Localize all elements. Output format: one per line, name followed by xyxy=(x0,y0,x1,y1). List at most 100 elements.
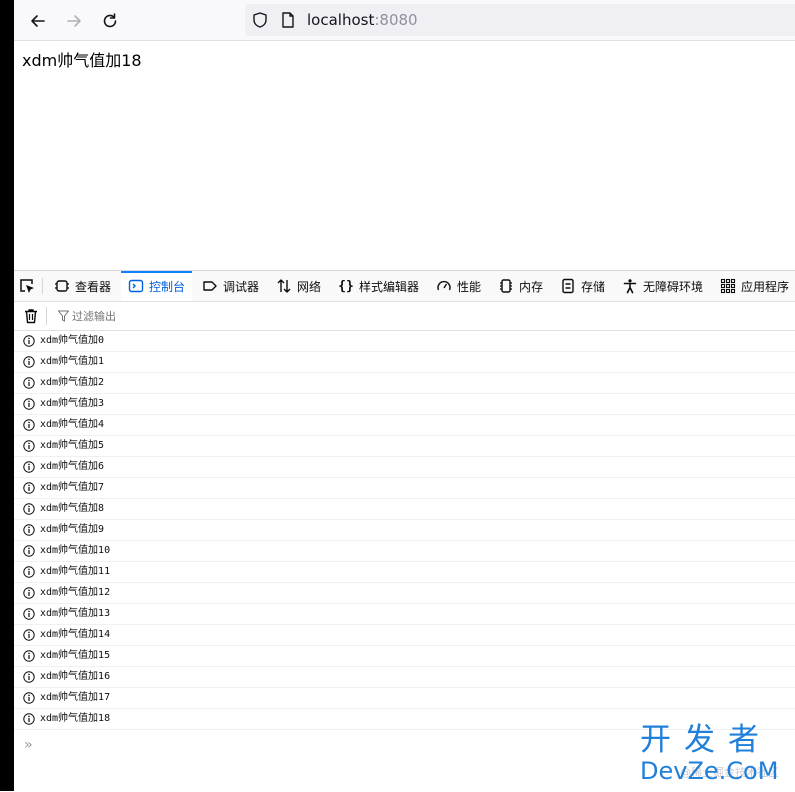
application-icon xyxy=(720,278,736,294)
info-icon xyxy=(23,398,35,410)
console-log-list: xdm帅气值加0 xdm帅气值加1 xdm帅气值加2 xdm帅气值加3 xdm帅气值加4… xyxy=(14,331,795,730)
console-log-row: xdm帅气值加4 xyxy=(14,415,795,436)
console-icon xyxy=(128,278,144,294)
console-log-row: xdm帅气值加0 xyxy=(14,331,795,352)
tab-accessibility[interactable]: 无障碍环境 xyxy=(622,271,703,301)
info-icon xyxy=(23,356,35,368)
back-button[interactable] xyxy=(25,8,51,34)
tab-label: 内存 xyxy=(519,279,544,294)
reload-button[interactable] xyxy=(97,8,123,34)
memory-icon xyxy=(498,278,514,294)
info-icon xyxy=(23,461,35,473)
tab-network[interactable]: 网络 xyxy=(276,271,321,301)
tab-label: 网络 xyxy=(297,279,322,294)
tab-label: 应用程序 xyxy=(741,279,790,294)
browser-toolbar: localhost:8080 xyxy=(14,0,795,41)
console-log-row: xdm帅气值加1 xyxy=(14,352,795,373)
page-icon[interactable] xyxy=(279,11,297,29)
trash-icon[interactable] xyxy=(22,307,40,325)
console-log-row: xdm帅气值加9 xyxy=(14,520,795,541)
tab-debugger[interactable]: 调试器 xyxy=(202,271,259,301)
console-log-message: xdm帅气值加4 xyxy=(40,419,105,430)
info-icon xyxy=(23,650,35,662)
tab-label: 存储 xyxy=(581,279,606,294)
tab-storage[interactable]: 存储 xyxy=(560,271,605,301)
console-log-message: xdm帅气值加11 xyxy=(40,566,111,577)
performance-icon xyxy=(436,278,452,294)
forward-button[interactable] xyxy=(61,8,87,34)
tab-inspector[interactable]: 查看器 xyxy=(54,271,111,301)
console-log-row: xdm帅气值加5 xyxy=(14,436,795,457)
devtools-tabbar: 查看器 控制台 调试器 网络 {} 样式编辑器 性能 内存 存储 无障碍环境 应… xyxy=(14,271,795,302)
console-filterbar xyxy=(14,302,795,331)
element-picker-icon[interactable] xyxy=(18,277,36,295)
console-log-message: xdm帅气值加5 xyxy=(40,440,105,451)
storage-icon xyxy=(560,278,576,294)
console-prompt[interactable]: » xyxy=(24,737,32,753)
watermark-top-text: 开发者 xyxy=(640,722,772,758)
info-icon xyxy=(23,335,35,347)
console-log-row: xdm帅气值加17 xyxy=(14,688,795,709)
info-icon xyxy=(23,629,35,641)
console-log-row: xdm帅气值加12 xyxy=(14,583,795,604)
tab-application[interactable]: 应用程序 xyxy=(720,271,789,301)
inspector-icon xyxy=(54,278,70,294)
info-icon xyxy=(23,482,35,494)
tab-label: 样式编辑器 xyxy=(359,279,420,294)
console-log-row: xdm帅气值加2 xyxy=(14,373,795,394)
console-log-row: xdm帅气值加15 xyxy=(14,646,795,667)
tab-label: 性能 xyxy=(457,279,482,294)
console-log-message: xdm帅气值加6 xyxy=(40,461,105,472)
devtools-panel: 查看器 控制台 调试器 网络 {} 样式编辑器 性能 内存 存储 无障碍环境 应… xyxy=(14,270,795,792)
console-log-row: xdm帅气值加3 xyxy=(14,394,795,415)
arrow-right-icon xyxy=(67,15,81,27)
reload-icon xyxy=(103,13,117,28)
info-icon xyxy=(23,566,35,578)
tab-label: 无障碍环境 xyxy=(643,279,704,294)
tab-console[interactable]: 控制台 xyxy=(121,271,193,301)
debugger-icon xyxy=(202,278,218,294)
tab-performance[interactable]: 性能 xyxy=(436,271,481,301)
console-log-row: xdm帅气值加6 xyxy=(14,457,795,478)
console-log-row: xdm帅气值加8 xyxy=(14,499,795,520)
tab-label: 控制台 xyxy=(149,279,186,294)
style-editor-icon: {} xyxy=(338,278,354,294)
console-log-row: xdm帅气值加13 xyxy=(14,604,795,625)
info-icon xyxy=(23,440,35,452)
url-text[interactable]: localhost:8080 xyxy=(307,11,418,29)
console-log-message: xdm帅气值加9 xyxy=(40,524,105,535)
filter-output-input[interactable] xyxy=(72,307,372,325)
console-log-message: xdm帅气值加16 xyxy=(40,671,111,682)
console-log-message: xdm帅气值加3 xyxy=(40,398,105,409)
info-icon xyxy=(23,608,35,620)
tab-style-editor[interactable]: {} 样式编辑器 xyxy=(338,271,419,301)
console-log-message: xdm帅气值加12 xyxy=(40,587,111,598)
watermark-bottom-text: DevZe.CoM xyxy=(640,757,779,785)
info-icon xyxy=(23,503,35,515)
tab-memory[interactable]: 内存 xyxy=(498,271,543,301)
console-log-message: xdm帅气值加15 xyxy=(40,650,111,661)
console-log-message: xdm帅气值加17 xyxy=(40,692,111,703)
tab-label: 调试器 xyxy=(223,279,260,294)
network-icon xyxy=(276,278,292,294)
console-log-row: xdm帅气值加10 xyxy=(14,541,795,562)
accessibility-icon xyxy=(622,278,638,294)
url-port: :8080 xyxy=(374,11,418,29)
tabbar-separator xyxy=(42,278,43,294)
page-text: xdm帅气值加18 xyxy=(22,51,142,70)
info-icon xyxy=(23,671,35,683)
console-log-message: xdm帅气值加18 xyxy=(40,713,111,724)
console-log-message: xdm帅气值加1 xyxy=(40,356,105,367)
info-icon xyxy=(23,713,35,725)
console-log-row: xdm帅气值加14 xyxy=(14,625,795,646)
url-bar[interactable]: localhost:8080 xyxy=(245,4,795,36)
left-edge-strip xyxy=(0,0,14,791)
info-icon xyxy=(23,692,35,704)
page-content: xdm帅气值加18 xyxy=(14,41,795,270)
console-log-row: xdm帅气值加7 xyxy=(14,478,795,499)
console-log-row: xdm帅气值加16 xyxy=(14,667,795,688)
info-icon xyxy=(23,545,35,557)
info-icon xyxy=(23,587,35,599)
filter-icon xyxy=(58,310,69,322)
shield-icon[interactable] xyxy=(251,11,269,29)
